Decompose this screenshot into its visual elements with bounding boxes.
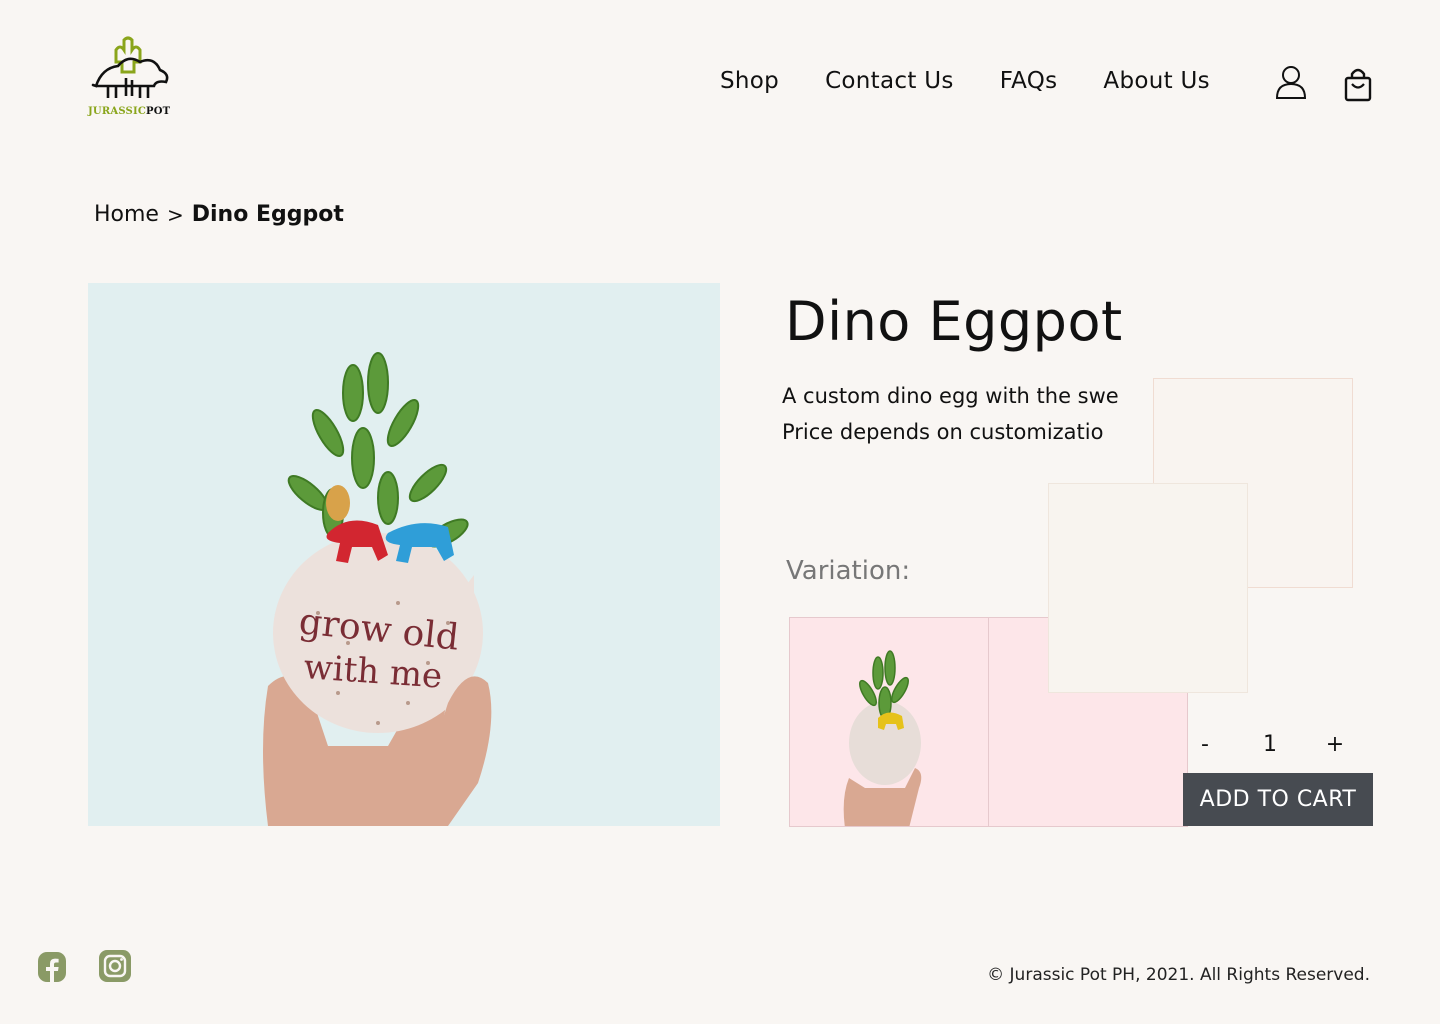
brand-logo[interactable]: JURASSICPOT: [86, 36, 176, 122]
user-icon[interactable]: [1274, 64, 1308, 100]
main-nav: Shop Contact Us FAQs About Us: [720, 64, 1210, 98]
variation-thumbnail-image: [843, 650, 922, 826]
nav-shop[interactable]: Shop: [720, 64, 779, 98]
breadcrumb-separator: >: [166, 202, 184, 227]
breadcrumb-current: Dino Eggpot: [191, 202, 344, 227]
shopping-bag-icon[interactable]: [1342, 66, 1374, 102]
nav-contact-us[interactable]: Contact Us: [825, 64, 954, 98]
decrement-button[interactable]: -: [1190, 732, 1220, 757]
nav-faqs[interactable]: FAQs: [1000, 64, 1058, 98]
product-title: Dino Eggpot: [785, 290, 1123, 353]
product-description: A custom dino egg with the swe Price dep…: [782, 378, 1162, 450]
copyright-text: © Jurassic Pot PH, 2021. All Rights Rese…: [987, 965, 1370, 985]
cactus-dino-logo-icon: [91, 36, 169, 98]
add-to-cart-button[interactable]: ADD TO CART: [1183, 773, 1373, 826]
nav-about-us[interactable]: About Us: [1103, 64, 1210, 98]
product-description-line-1: A custom dino egg with the swe: [782, 384, 1119, 408]
product-description-line-2: Price depends on customizatio: [782, 420, 1104, 444]
instagram-icon[interactable]: [99, 950, 131, 982]
overlay-panel-lower: [1048, 483, 1248, 693]
breadcrumb-home[interactable]: Home: [94, 202, 159, 227]
quantity-value[interactable]: 1: [1250, 732, 1290, 757]
increment-button[interactable]: +: [1320, 732, 1350, 757]
variation-swatch-1[interactable]: [789, 617, 989, 827]
breadcrumb: Home > Dino Eggpot: [94, 202, 344, 227]
quantity-stepper: - 1 +: [1190, 728, 1350, 760]
variation-label: Variation:: [786, 556, 911, 586]
product-main-image: grow old with me: [88, 283, 720, 826]
logo-wordmark: JURASSICPOT: [88, 106, 171, 117]
succulent-egg-pot-image: grow old with me: [263, 352, 492, 826]
facebook-icon[interactable]: [38, 952, 66, 982]
